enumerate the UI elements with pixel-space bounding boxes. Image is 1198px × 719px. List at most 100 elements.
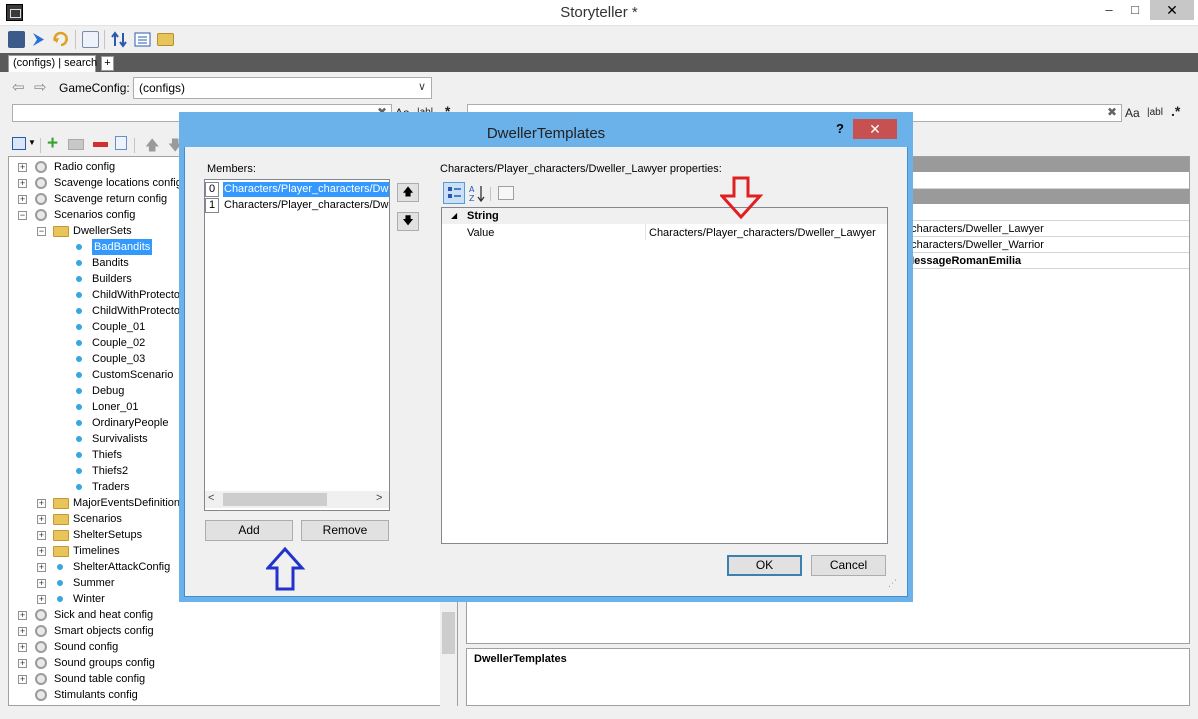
folder-icon bbox=[53, 226, 69, 237]
expand-icon[interactable]: + bbox=[18, 643, 27, 652]
property-row[interactable]: _characters/Dweller_Warrior bbox=[905, 237, 1189, 253]
forward-arrow-icon[interactable]: ⇨ bbox=[34, 78, 47, 96]
member-item[interactable]: 1 Characters/Player_characters/Dweller_W… bbox=[205, 198, 389, 213]
match-case-toggle-right[interactable]: Aa bbox=[1125, 106, 1140, 120]
property-category-row[interactable] bbox=[442, 208, 887, 224]
tree-item[interactable]: + Sound config bbox=[0, 639, 440, 655]
expand-icon[interactable]: + bbox=[37, 595, 46, 604]
leaf-node-icon bbox=[76, 276, 82, 282]
property-panel-subheader bbox=[905, 189, 1189, 204]
properties-label: Characters/Player_characters/Dweller_Law… bbox=[440, 163, 722, 175]
leaf-node-icon bbox=[76, 292, 82, 298]
categorized-view-icon[interactable] bbox=[443, 182, 465, 204]
add-node-icon[interactable]: + bbox=[47, 134, 58, 153]
tree-item[interactable]: + Smart objects config bbox=[0, 623, 440, 639]
add-button[interactable]: Add bbox=[205, 520, 293, 541]
leaf-node-icon bbox=[76, 436, 82, 442]
tree-scroll-thumb[interactable] bbox=[442, 612, 455, 654]
members-list[interactable] bbox=[204, 179, 390, 511]
duplicate-icon[interactable] bbox=[115, 136, 127, 150]
gear-icon bbox=[35, 625, 47, 637]
property-name: Value bbox=[467, 227, 495, 239]
tree-item[interactable]: + Sound groups config bbox=[0, 655, 440, 671]
clear-search-right-icon[interactable]: ✖ bbox=[1107, 105, 1117, 119]
game-config-label: GameConfig: bbox=[59, 81, 130, 95]
expand-icon[interactable]: + bbox=[18, 163, 27, 172]
tree-item[interactable]: + Sound table config bbox=[0, 671, 440, 687]
description-panel bbox=[466, 648, 1190, 706]
expand-icon[interactable]: + bbox=[18, 179, 27, 188]
leaf-node-icon bbox=[76, 388, 82, 394]
resize-grip-icon[interactable]: ⋰ bbox=[888, 578, 897, 589]
dropdown-arrow-icon[interactable]: ▼ bbox=[28, 138, 36, 147]
expand-icon[interactable]: + bbox=[18, 611, 27, 620]
sort-icon[interactable] bbox=[111, 31, 128, 48]
tree-item[interactable]: + Sick and heat config bbox=[0, 607, 440, 623]
leaf-node-icon bbox=[76, 452, 82, 458]
property-category-label: String bbox=[467, 210, 499, 222]
delete-node-icon[interactable] bbox=[93, 142, 108, 147]
expand-icon[interactable]: + bbox=[37, 499, 46, 508]
leaf-node-icon bbox=[76, 244, 82, 250]
expand-icon[interactable]: + bbox=[37, 547, 46, 556]
save-icon[interactable] bbox=[8, 31, 25, 48]
tree-item-label: ShelterAttackConfig bbox=[73, 561, 171, 573]
property-row[interactable]: MessageRomanEmilia bbox=[905, 253, 1189, 269]
list-view-icon[interactable] bbox=[134, 31, 151, 48]
maximize-button[interactable]: □ bbox=[1122, 0, 1148, 20]
expand-icon[interactable]: + bbox=[18, 627, 27, 636]
svg-text:Z: Z bbox=[469, 194, 475, 203]
gear-icon bbox=[35, 673, 47, 685]
scroll-right-icon[interactable]: > bbox=[376, 492, 382, 504]
tree-item-label: Couple_03 bbox=[92, 353, 146, 365]
dialog-close-button[interactable]: ✕ bbox=[853, 119, 897, 139]
property-pages-icon[interactable] bbox=[498, 186, 514, 200]
run-icon[interactable] bbox=[30, 31, 47, 48]
expand-icon[interactable]: + bbox=[18, 195, 27, 204]
add-tab-button[interactable]: + bbox=[101, 56, 114, 71]
member-item[interactable]: 0 Characters/Player_characters/Dweller_L… bbox=[205, 182, 389, 197]
game-config-select[interactable]: (configs) ∨ bbox=[133, 77, 432, 99]
folder-icon[interactable] bbox=[157, 33, 174, 46]
tree-menu-icon[interactable] bbox=[12, 137, 26, 150]
tree-item-label: DwellerSets bbox=[73, 225, 132, 237]
collapse-icon[interactable]: − bbox=[18, 211, 27, 220]
collapse-triangle-icon[interactable]: ◢ bbox=[451, 211, 457, 220]
back-arrow-icon[interactable]: ⇦ bbox=[12, 78, 25, 96]
whole-word-toggle-right[interactable]: |abl bbox=[1147, 107, 1163, 118]
property-value-field[interactable]: Characters/Player_characters/Dweller_Law… bbox=[649, 227, 876, 239]
expand-icon[interactable]: + bbox=[18, 675, 27, 684]
property-row[interactable]: _characters/Dweller_Lawyer bbox=[905, 221, 1189, 237]
tab-configs-search[interactable]: (configs) | search bbox=[8, 55, 97, 72]
leaf-node-icon bbox=[76, 260, 82, 266]
remove-button[interactable]: Remove bbox=[301, 520, 389, 541]
members-scroll-thumb[interactable] bbox=[223, 493, 327, 506]
tree-item-label: Traders bbox=[92, 481, 130, 493]
expand-icon[interactable]: + bbox=[37, 531, 46, 540]
folder-icon bbox=[53, 498, 69, 509]
alphabetical-sort-icon[interactable]: AZ bbox=[467, 183, 487, 203]
tree-item[interactable]: Stimulants config bbox=[0, 687, 440, 703]
expand-icon[interactable]: + bbox=[37, 515, 46, 524]
description-title: DwellerTemplates bbox=[474, 653, 567, 665]
help-button[interactable]: ? bbox=[836, 121, 844, 136]
preview-icon[interactable] bbox=[82, 31, 99, 48]
collapse-icon[interactable]: − bbox=[37, 227, 46, 236]
move-member-down-button[interactable]: 🡇 bbox=[397, 212, 419, 231]
expand-icon[interactable]: + bbox=[37, 563, 46, 572]
window-close-button[interactable]: ✕ bbox=[1150, 0, 1194, 20]
cancel-button[interactable]: Cancel bbox=[811, 555, 886, 576]
leaf-node-icon bbox=[76, 356, 82, 362]
minimize-button[interactable]: ‒ bbox=[1096, 0, 1122, 20]
move-member-up-button[interactable]: 🡅 bbox=[397, 183, 419, 202]
add-folder-icon[interactable] bbox=[68, 139, 84, 150]
expand-icon[interactable]: + bbox=[18, 659, 27, 668]
tree-item-label: Bandits bbox=[92, 257, 129, 269]
leaf-node-icon bbox=[57, 580, 63, 586]
expand-icon[interactable]: + bbox=[37, 579, 46, 588]
ok-button[interactable]: OK bbox=[727, 555, 802, 576]
scroll-left-icon[interactable]: < bbox=[208, 492, 214, 504]
gear-icon bbox=[35, 689, 47, 701]
refresh-icon[interactable] bbox=[52, 31, 69, 48]
regex-toggle-right[interactable]: .* bbox=[1171, 103, 1180, 119]
